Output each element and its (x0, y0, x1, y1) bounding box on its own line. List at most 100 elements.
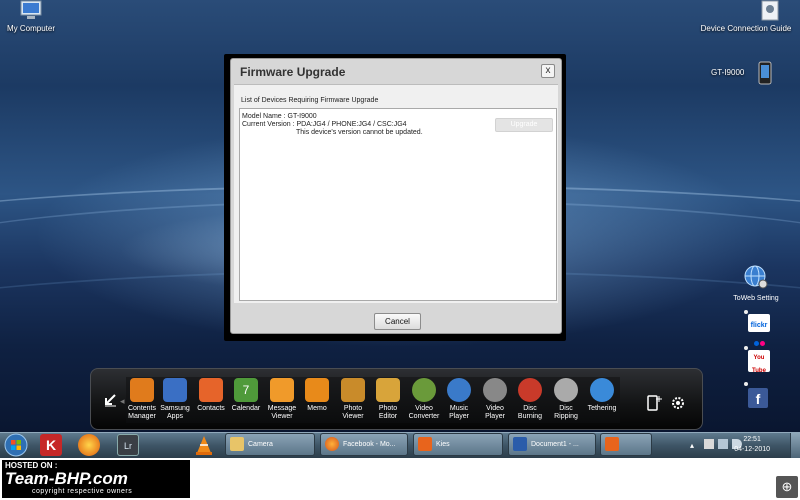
dock-music-player[interactable]: Music Player (441, 378, 477, 421)
dock-photo-editor[interactable]: Photo Editor (370, 378, 406, 421)
taskbar-camera[interactable]: Camera (225, 433, 315, 456)
dock-label: Music (449, 405, 469, 412)
close-button[interactable]: x (541, 64, 555, 78)
tray-expand-icon[interactable]: ▴ (690, 441, 694, 450)
dock-label: Video (486, 405, 504, 412)
dock-label: Converter (408, 413, 440, 420)
dock-settings-button[interactable] (670, 395, 686, 411)
samsung-apps-icon (163, 378, 187, 402)
taskbar-label: Kies (436, 441, 450, 448)
flickr-link[interactable]: flickr (744, 308, 776, 346)
device-connection-guide-shortcut[interactable]: Device Connection Guide (700, 0, 792, 33)
dock-label: Editor (378, 413, 398, 420)
taskbar-document[interactable]: Document1 - ... (508, 433, 596, 456)
dock-video-player[interactable]: Video Player (477, 378, 513, 421)
cancel-button[interactable]: Cancel (374, 313, 421, 330)
brand-text: Team-BHP.com (5, 469, 128, 488)
watermark-logo: HOSTED ON : Team-BHP.com copyright respe… (2, 460, 190, 498)
video-player-icon (483, 378, 507, 402)
dock-tethering[interactable]: Tethering (584, 378, 620, 413)
update-status-text: This device's version cannot be updated. (296, 129, 423, 136)
dialog-body: List of Devices Requiring Firmware Upgra… (234, 84, 558, 303)
taskbar-label: Camera (248, 441, 273, 448)
dock-label: Contacts (197, 405, 225, 412)
dock-calendar[interactable]: 7 Calendar (228, 378, 264, 413)
youtube-icon: You Tube (748, 350, 770, 374)
zoom-icon[interactable]: ⊕ (776, 476, 798, 498)
disc-ripping-icon (554, 378, 578, 402)
dock-device-button[interactable] (646, 394, 662, 412)
dock-label: Tethering (587, 405, 617, 412)
dock-message-viewer[interactable]: Message Viewer (264, 378, 300, 421)
dock-label: Contents (127, 405, 157, 412)
network-icon[interactable] (718, 439, 728, 449)
facebook-link[interactable]: f (744, 380, 776, 410)
youtube-link[interactable]: You Tube (744, 344, 776, 374)
contacts-icon (199, 378, 223, 402)
dock-label: Message (267, 405, 297, 412)
dock-collapse-button[interactable] (102, 392, 118, 408)
dock-disc-burning[interactable]: Disc Burning (512, 378, 548, 421)
clock-time: 22:51 (743, 436, 761, 443)
toweb-setting-label: ToWeb Setting (733, 295, 779, 302)
media-player-icon[interactable] (78, 434, 100, 456)
taskbar-kies[interactable]: Kies (413, 433, 503, 456)
dock-label: Ripping (554, 413, 578, 420)
flickr-icon: flickr (748, 314, 770, 346)
video-converter-icon (412, 378, 436, 402)
system-clock[interactable]: 22:51 04-12-2010 (734, 435, 770, 455)
disc-burning-icon (518, 378, 542, 402)
phone-icon (758, 61, 772, 85)
dock-contacts[interactable]: Contacts (193, 378, 229, 413)
memo-icon (305, 378, 329, 402)
taskbar-kies-2[interactable] (600, 433, 652, 456)
dock-label: Player (485, 413, 505, 420)
dock-label: Video (415, 405, 433, 412)
kies-icon (418, 437, 432, 452)
copyright-text: copyright respective owners (32, 488, 133, 495)
my-computer-label: My Computer (6, 24, 55, 33)
contents-manager-icon (130, 378, 154, 402)
device-list: Model Name : GT-I9000 Current Version : … (239, 108, 557, 301)
folder-icon (230, 437, 244, 452)
model-name-text: Model Name : GT-I9000 (242, 113, 317, 120)
dock-label: Samsung (160, 405, 190, 412)
my-computer-shortcut[interactable]: My Computer (6, 0, 56, 33)
dock-video-converter[interactable]: Video Converter (406, 378, 442, 421)
dock-samsung-apps[interactable]: Samsung Apps (157, 378, 193, 421)
bullet-dot (744, 346, 748, 350)
photo-editor-icon (376, 378, 400, 402)
connected-device[interactable]: GT-I9000 (711, 61, 777, 85)
dock-memo[interactable]: Memo (299, 378, 335, 413)
device-add-icon (647, 395, 662, 411)
lightroom-icon[interactable]: Lr (117, 434, 139, 456)
device-model-label: GT-I9000 (711, 68, 745, 77)
photo-viewer-icon (341, 378, 365, 402)
antivirus-icon[interactable]: K (40, 434, 62, 456)
dock-photo-viewer[interactable]: Photo Viewer (335, 378, 371, 421)
current-version-text: Current Version : PDA:JG4 / PHONE:JG4 / … (242, 121, 407, 128)
taskbar-facebook[interactable]: Facebook - Mo... (320, 433, 408, 456)
music-player-icon (447, 378, 471, 402)
dock-disc-ripping[interactable]: Disc Ripping (548, 378, 584, 421)
windows-start-icon (4, 433, 28, 457)
gear-icon (672, 397, 684, 409)
dock-contents-manager[interactable]: Contents Manager (124, 378, 160, 421)
arrow-down-left-icon (105, 394, 116, 407)
guide-icon (761, 0, 779, 21)
firmware-upgrade-dialog: Firmware Upgrade x List of Devices Requi… (230, 58, 562, 334)
toweb-setting[interactable]: ToWeb Setting (726, 264, 786, 304)
dock-label: Viewer (271, 413, 293, 420)
dock-label: Photo (343, 405, 363, 412)
word-icon (513, 437, 527, 452)
dock-label: Viewer (342, 413, 364, 420)
flag-icon[interactable] (704, 439, 714, 449)
device-list-caption: List of Devices Requiring Firmware Upgra… (241, 97, 379, 104)
flickr-logo-text: flickr (750, 322, 768, 329)
tethering-icon (590, 378, 614, 402)
vlc-icon[interactable] (193, 434, 215, 456)
globe-settings-icon (744, 265, 768, 289)
start-button[interactable] (3, 433, 29, 457)
show-desktop-button[interactable] (790, 433, 800, 458)
upgrade-button[interactable]: Upgrade (495, 118, 553, 132)
